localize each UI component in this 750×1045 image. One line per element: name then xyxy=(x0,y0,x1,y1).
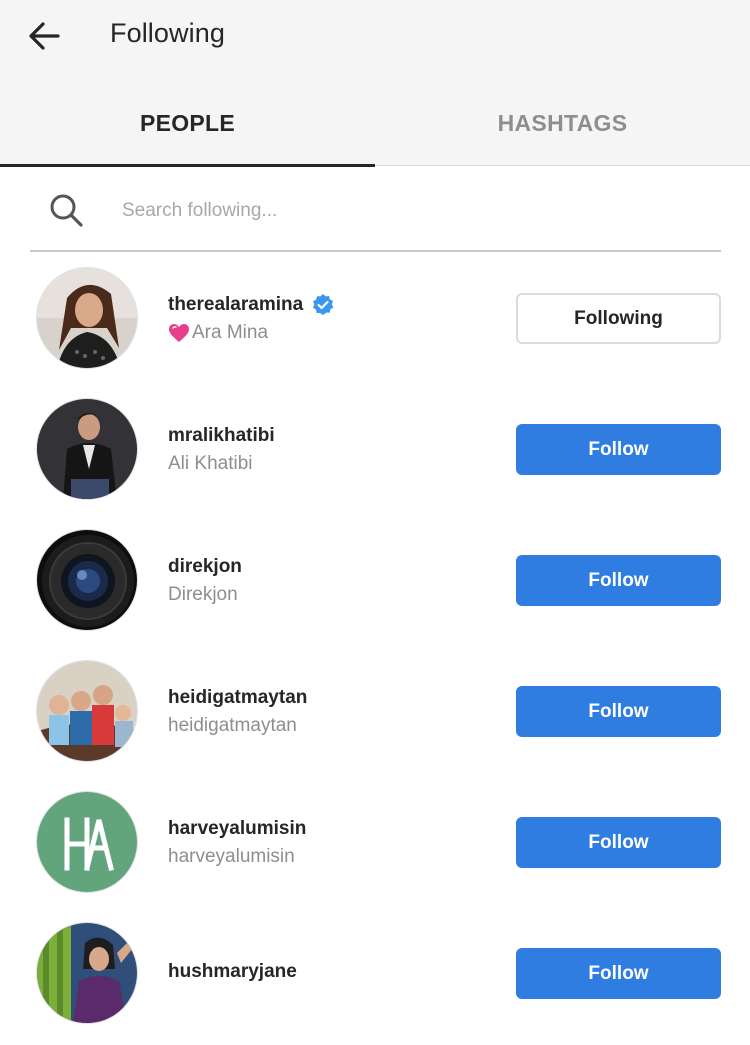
avatar[interactable] xyxy=(36,791,138,893)
username: heidigatmaytan xyxy=(168,687,308,708)
full-name: harveyalumisin xyxy=(168,846,295,867)
tab-bar: PEOPLE HASHTAGS xyxy=(0,96,750,167)
list-item[interactable]: hushmaryjane Follow xyxy=(0,907,750,1038)
following-list: therealaramina Ara Mina Following mralik… xyxy=(0,252,750,1038)
follow-button[interactable]: Follow xyxy=(516,424,721,475)
list-item[interactable]: direkjon Direkjon Follow xyxy=(0,514,750,645)
search-input[interactable] xyxy=(122,194,682,228)
username: hushmaryjane xyxy=(168,961,297,982)
full-name: Direkjon xyxy=(168,584,238,605)
full-name: Ara Mina xyxy=(192,322,269,343)
list-item[interactable]: therealaramina Ara Mina Following xyxy=(0,252,750,383)
username: therealaramina xyxy=(168,294,304,315)
tab-people[interactable]: PEOPLE xyxy=(0,96,375,167)
arrow-left-icon xyxy=(29,22,60,50)
avatar[interactable] xyxy=(36,922,138,1024)
username: harveyalumisin xyxy=(168,818,307,839)
tab-hashtags[interactable]: HASHTAGS xyxy=(375,96,750,166)
page-title: Following xyxy=(110,18,225,48)
list-item[interactable]: mralikhatibi Ali Khatibi Follow xyxy=(0,383,750,514)
back-button[interactable] xyxy=(22,14,66,58)
username: mralikhatibi xyxy=(168,425,275,446)
pink-heart-icon xyxy=(169,324,189,342)
avatar[interactable] xyxy=(36,529,138,631)
username: direkjon xyxy=(168,556,242,577)
avatar[interactable] xyxy=(36,660,138,762)
follow-button[interactable]: Follow xyxy=(516,817,721,868)
list-item[interactable]: heidigatmaytan heidigatmaytan Follow xyxy=(0,645,750,776)
follow-button[interactable]: Follow xyxy=(516,948,721,999)
top-bar: Following PEOPLE HASHTAGS xyxy=(0,0,750,167)
follow-button[interactable]: Follow xyxy=(516,555,721,606)
avatar[interactable] xyxy=(36,398,138,500)
search-icon xyxy=(50,194,83,227)
verified-badge-icon xyxy=(313,294,334,315)
search-bar xyxy=(30,176,721,252)
follow-button[interactable]: Follow xyxy=(516,686,721,737)
list-item[interactable]: harveyalumisin harveyalumisin Follow xyxy=(0,776,750,907)
full-name: heidigatmaytan xyxy=(168,715,297,736)
avatar[interactable] xyxy=(36,267,138,369)
full-name: Ali Khatibi xyxy=(168,453,253,474)
following-button[interactable]: Following xyxy=(516,293,721,344)
